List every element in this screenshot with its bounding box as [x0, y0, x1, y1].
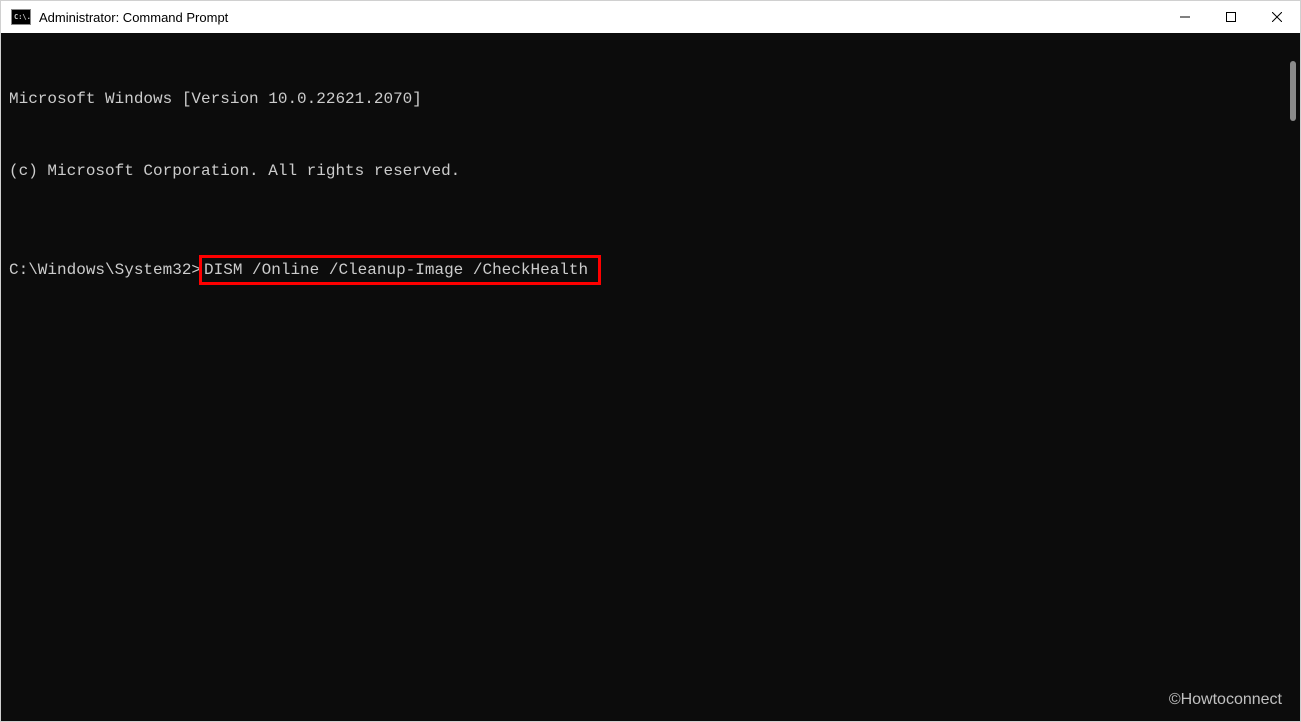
maximize-icon — [1226, 12, 1236, 22]
minimize-icon — [1180, 12, 1190, 22]
window-controls — [1162, 1, 1300, 33]
close-icon — [1272, 12, 1282, 22]
command-highlight: DISM /Online /Cleanup-Image /CheckHealth — [199, 255, 601, 285]
terminal-area[interactable]: Microsoft Windows [Version 10.0.22621.20… — [1, 33, 1300, 721]
prompt-line: C:\Windows\System32>DISM /Online /Cleanu… — [9, 255, 1292, 285]
watermark-text: ©Howtoconnect — [1169, 691, 1282, 709]
cmd-icon: C:\. — [11, 9, 31, 25]
close-button[interactable] — [1254, 1, 1300, 33]
terminal-content: Microsoft Windows [Version 10.0.22621.20… — [1, 33, 1300, 339]
copyright-line: (c) Microsoft Corporation. All rights re… — [9, 159, 1292, 183]
command-text: DISM /Online /Cleanup-Image /CheckHealth — [204, 261, 588, 279]
version-line: Microsoft Windows [Version 10.0.22621.20… — [9, 87, 1292, 111]
prompt-path: C:\Windows\System32> — [9, 258, 201, 282]
titlebar[interactable]: C:\. Administrator: Command Prompt — [1, 1, 1300, 33]
minimize-button[interactable] — [1162, 1, 1208, 33]
command-prompt-window: C:\. Administrator: Command Prompt — [0, 0, 1301, 722]
maximize-button[interactable] — [1208, 1, 1254, 33]
window-title: Administrator: Command Prompt — [39, 10, 1162, 25]
scrollbar-thumb[interactable] — [1290, 61, 1296, 121]
